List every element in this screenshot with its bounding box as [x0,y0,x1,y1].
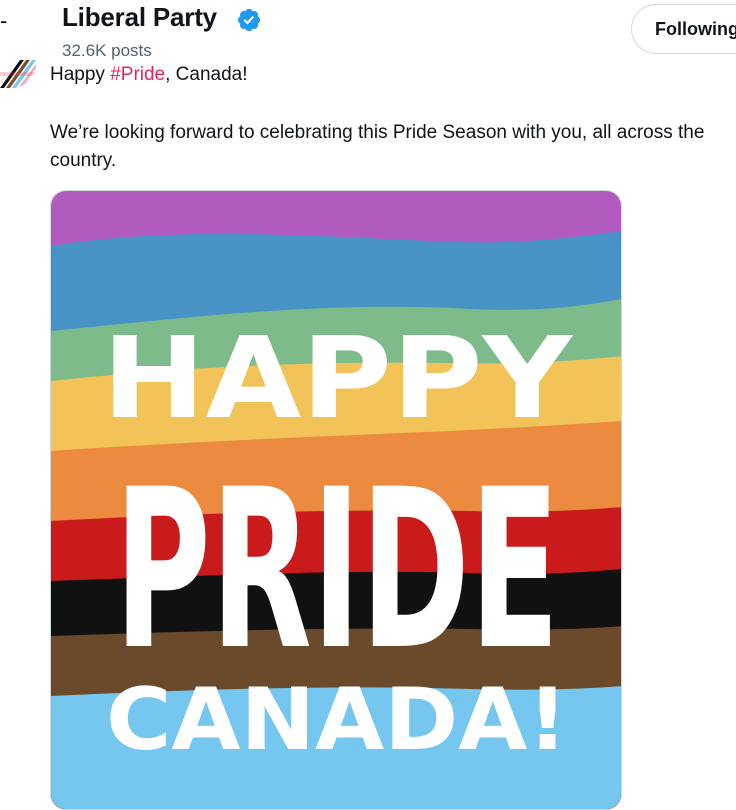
tweet-text-prefix: Happy [50,64,111,85]
verified-badge-icon [237,8,261,32]
media-text-canada: CANADA! [106,670,568,770]
following-button[interactable]: Following [631,4,736,54]
media-text-happy: HAPPY [102,314,574,444]
avatar[interactable] [0,58,36,88]
hashtag-link[interactable]: #Pride [110,64,165,85]
tweet-text-line1: Happy #Pride, Canada! [50,64,248,86]
tweet-text-suffix: , Canada! [165,64,248,85]
media-text-pride: PRIDE [115,442,560,698]
posts-count: 32.6K posts [62,41,152,60]
account-name[interactable]: Liberal Party [62,2,217,33]
tweet-text-body: We’re looking forward to celebrating thi… [50,122,705,171]
back-arrow-icon[interactable]: - [0,10,7,32]
tweet-media-image[interactable]: HAPPY PRIDE CANADA! [50,190,622,810]
